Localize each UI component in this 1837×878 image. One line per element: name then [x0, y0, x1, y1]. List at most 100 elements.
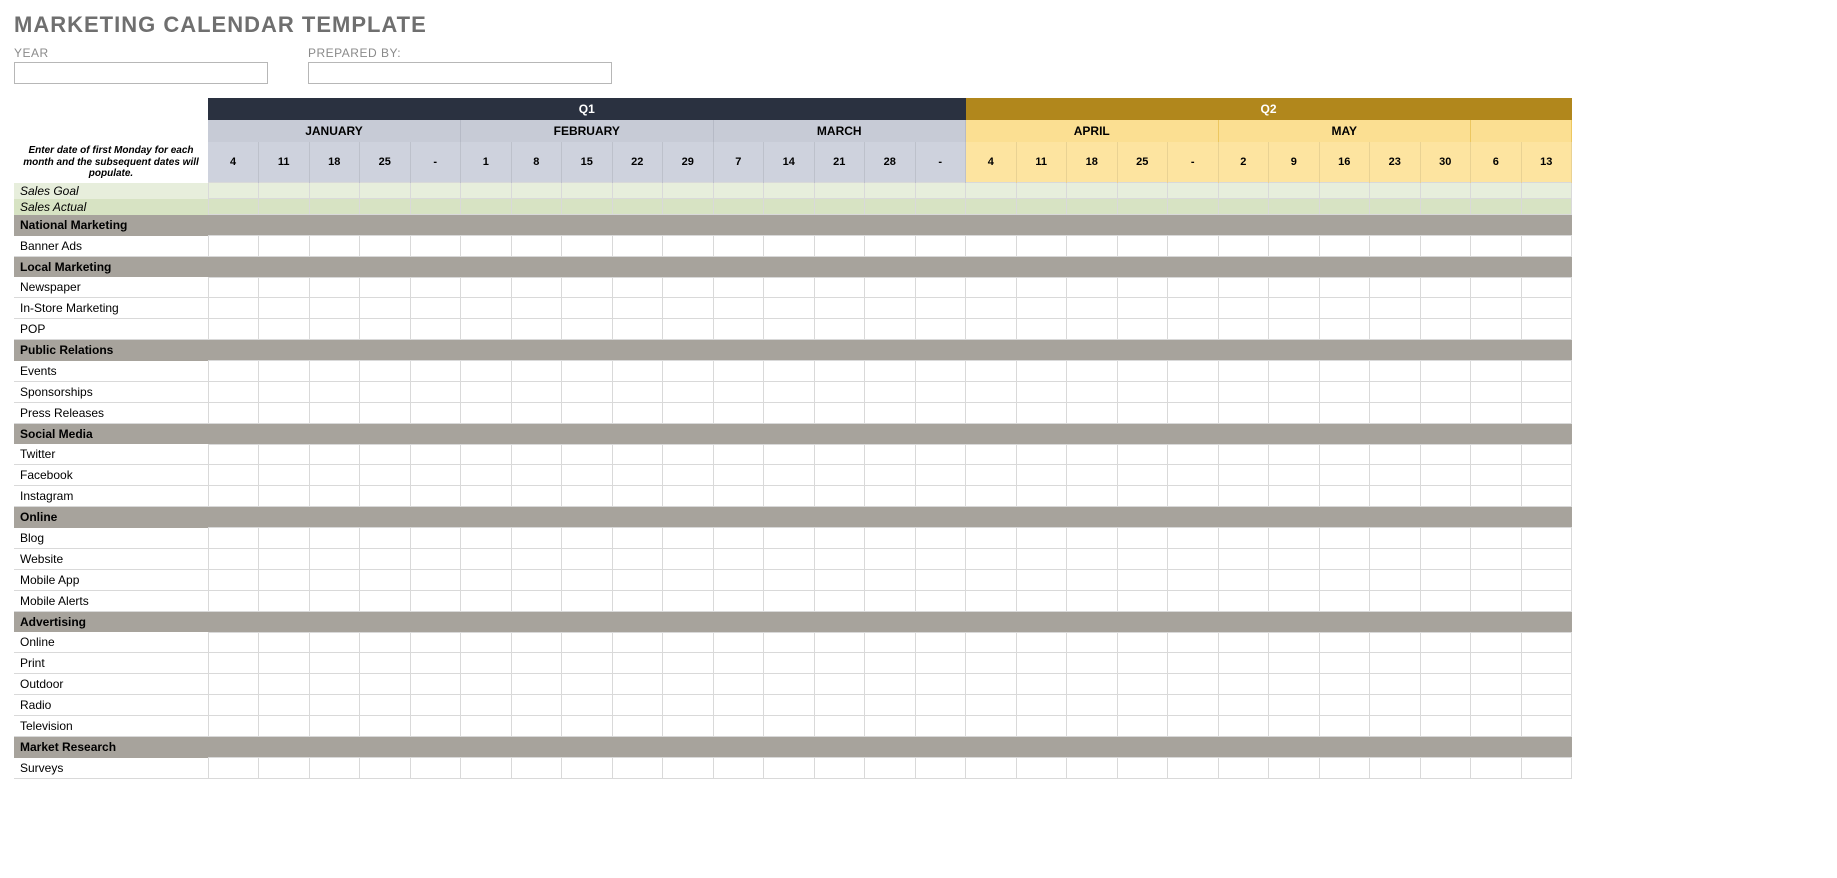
grid-cell[interactable] — [208, 277, 259, 298]
grid-cell[interactable] — [612, 632, 663, 653]
grid-cell[interactable] — [1016, 653, 1067, 674]
year-input[interactable] — [14, 62, 268, 84]
grid-cell[interactable] — [208, 569, 259, 590]
grid-cell[interactable] — [1319, 674, 1370, 695]
grid-cell[interactable] — [915, 569, 966, 590]
grid-cell[interactable] — [1016, 277, 1067, 298]
grid-cell[interactable] — [410, 381, 461, 402]
grid-cell[interactable] — [1471, 674, 1522, 695]
grid-cell[interactable] — [562, 695, 613, 716]
grid-cell[interactable] — [562, 319, 613, 340]
grid-cell[interactable] — [1521, 402, 1572, 423]
grid-cell[interactable] — [1218, 444, 1269, 465]
grid-cell[interactable] — [562, 277, 613, 298]
grid-cell[interactable] — [814, 465, 865, 486]
grid-cell[interactable] — [511, 632, 562, 653]
grid-cell[interactable] — [966, 758, 1017, 779]
grid-cell[interactable] — [966, 632, 1017, 653]
grid-cell[interactable] — [764, 444, 815, 465]
grid-cell[interactable] — [410, 569, 461, 590]
grid-cell[interactable] — [309, 486, 360, 507]
grid-cell[interactable] — [461, 548, 512, 569]
grid-cell[interactable] — [814, 402, 865, 423]
grid-cell[interactable] — [1319, 444, 1370, 465]
grid-cell[interactable] — [966, 548, 1017, 569]
grid-cell[interactable] — [309, 716, 360, 737]
grid-cell[interactable] — [814, 444, 865, 465]
grid-cell[interactable] — [1269, 528, 1320, 549]
grid-cell[interactable] — [259, 298, 310, 319]
grid-cell[interactable] — [1218, 361, 1269, 382]
grid-cell[interactable] — [410, 548, 461, 569]
grid-cell[interactable] — [713, 569, 764, 590]
grid-cell[interactable] — [208, 183, 259, 199]
grid-cell[interactable] — [1218, 381, 1269, 402]
grid-cell[interactable] — [309, 758, 360, 779]
grid-cell[interactable] — [1218, 236, 1269, 257]
grid-cell[interactable] — [1420, 486, 1471, 507]
grid-cell[interactable] — [1319, 361, 1370, 382]
grid-cell[interactable] — [1016, 632, 1067, 653]
grid-cell[interactable] — [915, 298, 966, 319]
grid-cell[interactable] — [612, 695, 663, 716]
grid-cell[interactable] — [663, 199, 714, 215]
grid-cell[interactable] — [259, 674, 310, 695]
grid-cell[interactable] — [1067, 381, 1118, 402]
grid-cell[interactable] — [612, 465, 663, 486]
grid-cell[interactable] — [764, 632, 815, 653]
grid-cell[interactable] — [1016, 528, 1067, 549]
grid-cell[interactable] — [1016, 319, 1067, 340]
grid-cell[interactable] — [814, 548, 865, 569]
grid-cell[interactable] — [814, 199, 865, 215]
grid-cell[interactable] — [1319, 381, 1370, 402]
grid-cell[interactable] — [410, 277, 461, 298]
grid-cell[interactable] — [865, 486, 916, 507]
grid-cell[interactable] — [1269, 361, 1320, 382]
grid-cell[interactable] — [1319, 465, 1370, 486]
grid-cell[interactable] — [1420, 465, 1471, 486]
grid-cell[interactable] — [915, 486, 966, 507]
grid-cell[interactable] — [461, 695, 512, 716]
grid-cell[interactable] — [915, 590, 966, 611]
grid-cell[interactable] — [1117, 695, 1168, 716]
grid-cell[interactable] — [259, 183, 310, 199]
grid-cell[interactable] — [1117, 486, 1168, 507]
grid-cell[interactable] — [1218, 716, 1269, 737]
grid-cell[interactable] — [966, 277, 1017, 298]
grid-cell[interactable] — [663, 236, 714, 257]
grid-cell[interactable] — [511, 183, 562, 199]
grid-cell[interactable] — [1420, 590, 1471, 611]
grid-cell[interactable] — [1067, 277, 1118, 298]
grid-cell[interactable] — [1067, 465, 1118, 486]
grid-cell[interactable] — [461, 486, 512, 507]
grid-cell[interactable] — [764, 465, 815, 486]
grid-cell[interactable] — [1218, 528, 1269, 549]
grid-cell[interactable] — [410, 402, 461, 423]
grid-cell[interactable] — [208, 674, 259, 695]
grid-cell[interactable] — [1370, 653, 1421, 674]
grid-cell[interactable] — [1117, 590, 1168, 611]
grid-cell[interactable] — [915, 695, 966, 716]
grid-cell[interactable] — [1218, 319, 1269, 340]
grid-cell[interactable] — [461, 381, 512, 402]
grid-cell[interactable] — [1420, 695, 1471, 716]
grid-cell[interactable] — [410, 199, 461, 215]
grid-cell[interactable] — [1521, 674, 1572, 695]
grid-cell[interactable] — [208, 632, 259, 653]
grid-cell[interactable] — [1420, 381, 1471, 402]
grid-cell[interactable] — [360, 199, 411, 215]
grid-cell[interactable] — [511, 590, 562, 611]
grid-cell[interactable] — [1370, 319, 1421, 340]
grid-cell[interactable] — [713, 402, 764, 423]
grid-cell[interactable] — [865, 716, 916, 737]
grid-cell[interactable] — [562, 569, 613, 590]
grid-cell[interactable] — [562, 674, 613, 695]
grid-cell[interactable] — [865, 381, 916, 402]
grid-cell[interactable] — [1471, 444, 1522, 465]
grid-cell[interactable] — [713, 716, 764, 737]
grid-cell[interactable] — [1521, 236, 1572, 257]
grid-cell[interactable] — [410, 236, 461, 257]
grid-cell[interactable] — [1168, 758, 1219, 779]
grid-cell[interactable] — [410, 695, 461, 716]
grid-cell[interactable] — [1269, 695, 1320, 716]
